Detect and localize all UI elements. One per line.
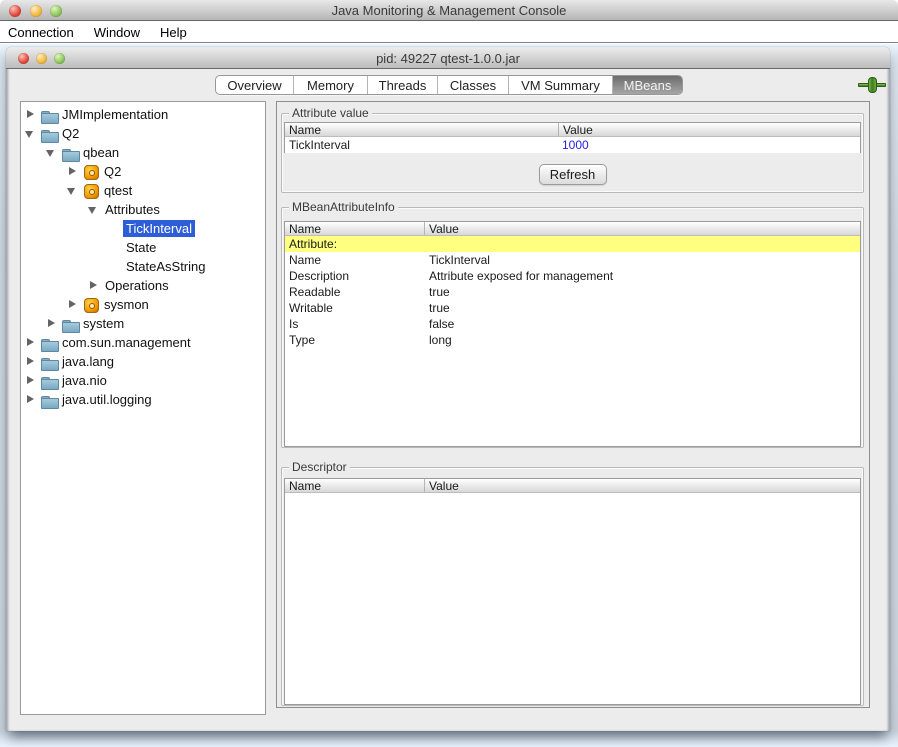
tab-mbeans[interactable]: MBeans [613,76,682,94]
menu-window[interactable]: Window [94,25,140,40]
collapse-arrow-icon[interactable] [43,315,60,332]
table-row-is[interactable]: Is false [285,316,860,332]
column-header-value: Value [425,479,459,492]
tree-item-operations[interactable]: Operations [21,276,265,295]
attribute-value-row[interactable]: TickInterval 1000 [285,137,860,153]
tab-threads[interactable]: Threads [368,76,438,94]
folder-icon [39,126,59,142]
tree-item-state[interactable]: State [21,238,265,257]
attribute-value-groupbox: Attribute value Name Value TickInterval … [281,113,864,193]
column-header-name: Name [285,123,559,136]
table-row-name[interactable]: Name TickInterval [285,252,860,268]
table-row-readable[interactable]: Readable true [285,284,860,300]
mbean-attribute-info-table: Name Value Attribute: Name TickInterval … [284,221,861,447]
tree-item-java-lang[interactable]: java.lang [21,352,265,371]
tab-classes[interactable]: Classes [438,76,509,94]
menu-connection[interactable]: Connection [8,25,74,40]
connection-window-title: pid: 49227 qtest-1.0.0.jar [6,51,890,66]
table-row-type[interactable]: Type long [285,332,860,348]
tree-item-jmimplementation[interactable]: JMImplementation [21,105,265,124]
connection-window-titlebar: pid: 49227 qtest-1.0.0.jar [6,47,890,69]
menu-help[interactable]: Help [160,25,187,40]
tree-item-sysmon[interactable]: sysmon [21,295,265,314]
expand-arrow-icon[interactable] [64,182,81,199]
descriptor-groupbox: Descriptor Name Value [281,467,864,706]
tree-item-qbean[interactable]: qbean [21,143,265,162]
tab-memory[interactable]: Memory [294,76,368,94]
refresh-button[interactable]: Refresh [539,164,607,185]
attribute-value-title: Attribute value [289,107,372,120]
collapse-arrow-icon[interactable] [22,372,39,389]
folder-icon [60,316,80,332]
tab-vm-summary[interactable]: VM Summary [509,76,613,94]
tree-item-qtest[interactable]: qtest [21,181,265,200]
tree-indent-spacer [106,239,123,256]
folder-icon [39,354,59,370]
collapse-arrow-icon[interactable] [85,277,102,294]
mbean-icon [81,297,101,313]
expand-arrow-icon[interactable] [22,125,39,142]
tree-item-q2-bean[interactable]: Q2 [21,162,265,181]
connection-plug-icon [858,77,886,93]
tree-item-tickinterval[interactable]: TickInterval [21,219,265,238]
attribute-value-table-header: Name Value [285,123,860,137]
column-header-name: Name [285,222,425,235]
expand-arrow-icon[interactable] [85,201,102,218]
connection-window: pid: 49227 qtest-1.0.0.jar Overview Memo… [6,47,890,731]
desktop-background: pid: 49227 qtest-1.0.0.jar Overview Memo… [0,44,898,747]
tree-indent-spacer [106,220,123,237]
mbean-attribute-info-groupbox: MBeanAttributeInfo Name Value Attribute:… [281,207,864,448]
mbean-icon [81,164,101,180]
collapse-arrow-icon[interactable] [64,163,81,180]
collapse-arrow-icon[interactable] [22,106,39,123]
collapse-arrow-icon[interactable] [22,353,39,370]
tree-item-com-sun-management[interactable]: com.sun.management [21,333,265,352]
tree-indent-spacer [106,258,123,275]
column-header-value: Value [559,123,593,136]
outer-window-titlebar: Java Monitoring & Management Console [0,0,898,21]
collapse-arrow-icon[interactable] [64,296,81,313]
tree-item-stateasstring[interactable]: StateAsString [21,257,265,276]
descriptor-table: Name Value [284,478,861,705]
tab-overview[interactable]: Overview [216,76,294,94]
attribute-detail-panel: Attribute value Name Value TickInterval … [276,101,870,708]
tree-item-java-nio[interactable]: java.nio [21,371,265,390]
folder-icon [39,107,59,123]
table-row-writable[interactable]: Writable true [285,300,860,316]
collapse-arrow-icon[interactable] [22,334,39,351]
mbean-tree: JMImplementation Q2 qbean Q2 [21,102,265,409]
tree-item-system[interactable]: system [21,314,265,333]
mbean-icon [81,183,101,199]
column-header-name: Name [285,479,425,492]
column-header-value: Value [425,222,459,235]
mbean-attribute-info-table-header: Name Value [285,222,860,236]
table-row-attribute-header[interactable]: Attribute: [285,236,860,252]
window-title: Java Monitoring & Management Console [0,3,898,18]
tab-bar: Overview Memory Threads Classes VM Summa… [215,75,683,95]
table-row-description[interactable]: Description Attribute exposed for manage… [285,268,860,284]
folder-icon [39,335,59,351]
tab-strip: Overview Memory Threads Classes VM Summa… [6,70,890,101]
folder-icon [60,145,80,161]
collapse-arrow-icon[interactable] [22,391,39,408]
tree-item-q2[interactable]: Q2 [21,124,265,143]
descriptor-title: Descriptor [289,461,350,474]
mbean-attribute-info-title: MBeanAttributeInfo [289,201,398,214]
menu-bar: Connection Window Help [0,22,898,43]
tree-item-attributes[interactable]: Attributes [21,200,265,219]
folder-icon [39,373,59,389]
attribute-value-table: Name Value TickInterval 1000 [284,122,861,153]
tree-item-java-util-logging[interactable]: java.util.logging [21,390,265,409]
attribute-value-cell[interactable]: 1000 [559,137,589,153]
mbean-tree-panel: JMImplementation Q2 qbean Q2 [20,101,266,715]
plug-head [876,83,886,87]
descriptor-table-header: Name Value [285,479,860,493]
expand-arrow-icon[interactable] [43,144,60,161]
folder-icon [39,392,59,408]
